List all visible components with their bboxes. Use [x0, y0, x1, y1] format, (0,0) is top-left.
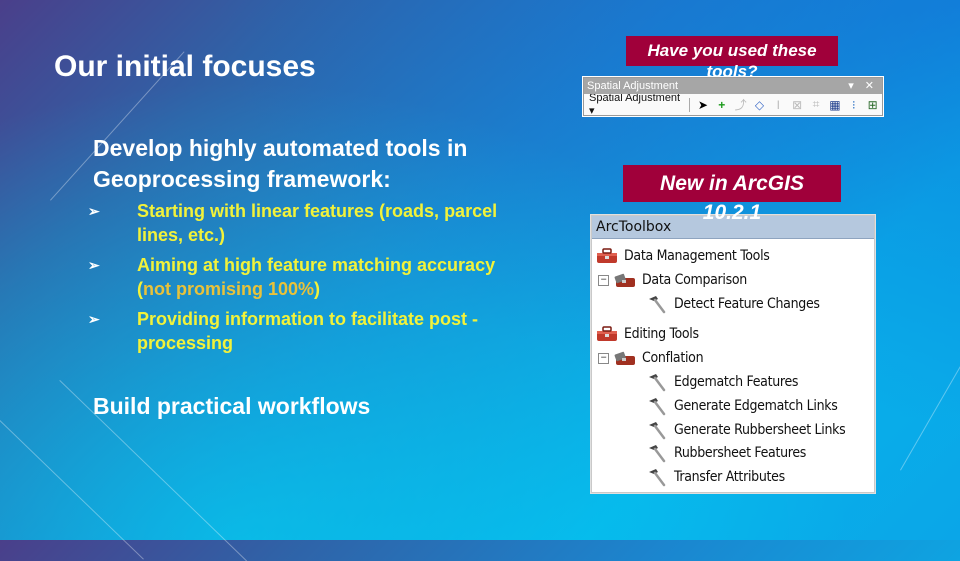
bullet-item: ➢ Providing information to facilitate po… — [88, 307, 518, 355]
hammer-tool-icon — [646, 443, 674, 463]
tree-item-label: Generate Rubbersheet Links — [674, 422, 846, 438]
tree-item-label: Data Management Tools — [624, 248, 770, 264]
tree-item-toolset[interactable]: − Data Comparison — [598, 269, 747, 291]
bullet-text: Providing information to facilitate post… — [137, 309, 479, 353]
tree-item-tool[interactable]: Transfer Attributes — [646, 466, 785, 488]
toolbox-icon — [596, 248, 624, 264]
bullet-item: ➢ Starting with linear features (roads, … — [88, 199, 518, 247]
bullet-arrow-icon: ➢ — [88, 311, 100, 327]
tree-item-tool[interactable]: Detect Feature Changes — [646, 293, 820, 315]
tree-item-toolset[interactable]: − Conflation — [598, 347, 704, 369]
tree-item-tool[interactable]: Generate Rubbersheet Links — [646, 419, 846, 441]
tree-item-label: Detect Feature Changes — [674, 296, 820, 312]
hammer-tool-icon — [646, 294, 674, 314]
decorative-line — [0, 420, 144, 560]
hammer-tool-icon — [646, 372, 674, 392]
workflows-heading: Build practical workflows — [93, 393, 371, 419]
new-in-arcgis-callout: New in ArcGIS — [623, 165, 841, 202]
decorative-line — [900, 366, 960, 471]
tree-item-label: Conflation — [642, 350, 704, 366]
window-controls[interactable]: ▾ ✕ — [848, 78, 878, 94]
toolbox-icon — [596, 326, 624, 342]
collapse-icon[interactable]: − — [598, 352, 609, 364]
bullet-item: ➢ Aiming at high feature matching accura… — [88, 253, 518, 301]
tree-item-tool[interactable]: Generate Edgematch Links — [646, 395, 838, 417]
select-elements-icon[interactable]: ➤ — [696, 98, 709, 112]
attribute-transfer-icon[interactable]: ⊞ — [866, 98, 879, 112]
bullet-list: ➢ Starting with linear features (roads, … — [88, 199, 518, 361]
bullet-text-suffix: ) — [314, 279, 321, 299]
tools-question-callout-line2: tools? — [706, 62, 758, 81]
tree-item-label: Edgematch Features — [674, 374, 799, 390]
bullet-text: Starting with linear features (roads, pa… — [137, 201, 498, 245]
collapse-icon[interactable]: − — [598, 274, 609, 286]
new-limited-adjustment-area-icon[interactable]: ⊠ — [791, 98, 804, 112]
subheading: Develop highly automated tools in Geopro… — [93, 135, 468, 192]
tree-item-toolbox[interactable]: Data Management Tools — [596, 245, 770, 267]
new-displacement-link-icon[interactable]: + — [715, 98, 728, 112]
hammer-tool-icon — [646, 467, 674, 487]
tree-item-label: Transfer Attributes — [674, 469, 785, 485]
callout-text: New in ArcGIS — [660, 172, 804, 195]
hammer-tool-icon — [646, 396, 674, 416]
tree-item-toolbox[interactable]: Editing Tools — [596, 323, 699, 345]
tree-item-tool[interactable]: Edgematch Features — [646, 371, 799, 393]
adjustment-preview-icon[interactable]: ⁝ — [847, 98, 860, 112]
bullet-arrow-icon: ➢ — [88, 203, 100, 219]
tree-item-label: Rubbersheet Features — [674, 445, 807, 461]
tree-item-label: Editing Tools — [624, 326, 699, 342]
tree-item-label: Data Comparison — [642, 272, 747, 288]
new-identity-link-icon[interactable]: I — [772, 98, 785, 112]
toolset-icon — [614, 350, 642, 366]
tree-item-tool[interactable]: Rubbersheet Features — [646, 442, 806, 464]
toolset-icon — [614, 272, 642, 288]
hammer-tool-icon — [646, 420, 674, 440]
spatial-adjustment-toolbar: Spatial Adjustment ▾ ✕ Spatial Adjustmen… — [583, 77, 883, 117]
multi-displacement-links-icon[interactable]: ◇ — [753, 98, 766, 112]
new-in-arcgis-version: 10.2.1 — [702, 201, 762, 224]
slide-title: Our initial focuses — [54, 50, 316, 83]
tree-item-label: Generate Edgematch Links — [674, 398, 838, 414]
callout-text: Have you used these — [647, 41, 817, 60]
spatial-adjustment-menu[interactable]: Spatial Adjustment ▾ — [589, 92, 681, 117]
view-link-table-icon[interactable]: ▦ — [828, 98, 841, 112]
bullet-highlight: not promising 100% — [143, 279, 315, 299]
arctoolbox-panel: ArcToolbox Data Management Tools − Data Co… — [591, 215, 875, 493]
toolbar-separator — [688, 97, 690, 112]
clear-limited-adjustment-area-icon[interactable]: ⌗ — [810, 97, 823, 112]
modify-link-icon[interactable]: ⤴ — [734, 98, 747, 112]
bullet-arrow-icon: ➢ — [88, 257, 100, 273]
toolbar-row: Spatial Adjustment ▾ ➤ + ⤴ ◇ I ⊠ ⌗ ▦ ⁝ ⊞ — [584, 92, 882, 117]
